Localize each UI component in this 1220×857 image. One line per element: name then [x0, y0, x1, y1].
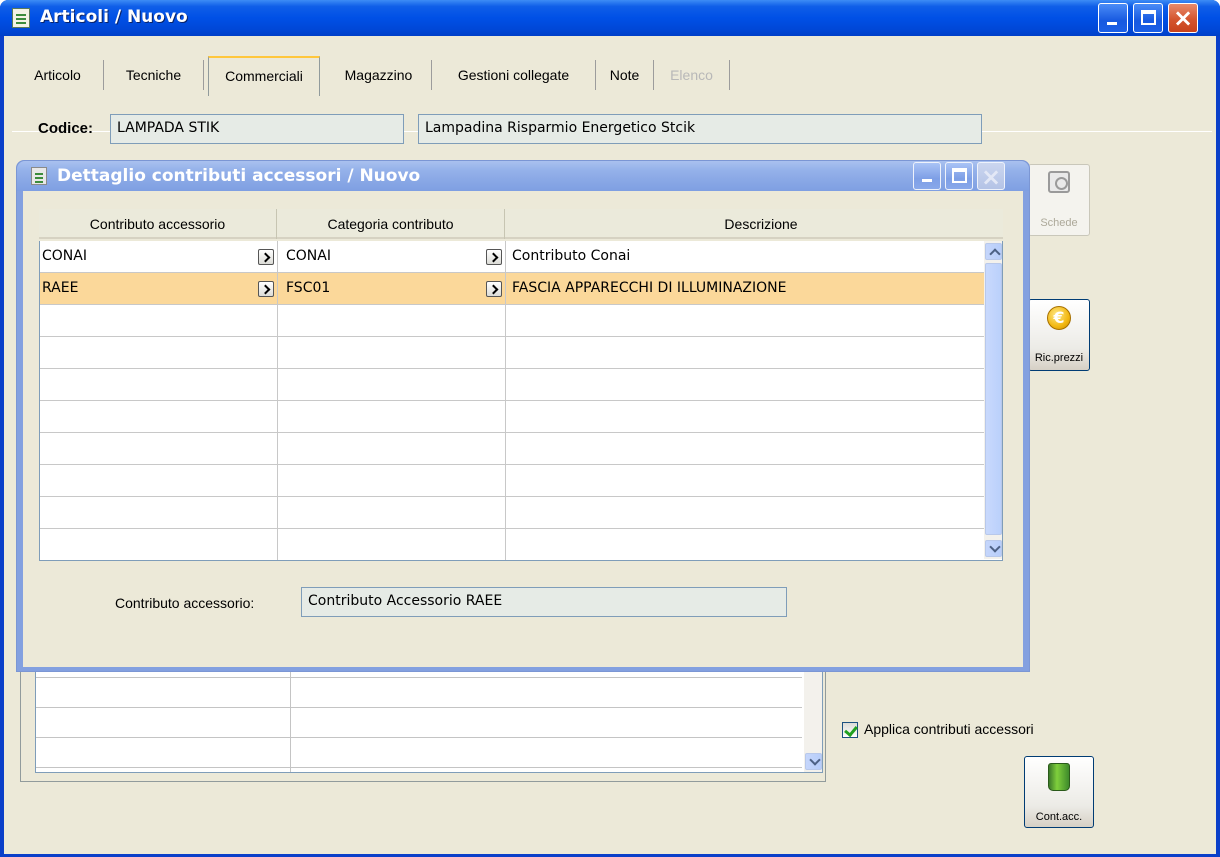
window-title: Articoli / Nuovo: [40, 7, 188, 27]
cell-contributo[interactable]: CONAI: [40, 241, 278, 272]
tab-articolo[interactable]: Articolo: [12, 60, 104, 90]
euro-coin-icon: €: [1047, 306, 1071, 330]
close-icon: ×: [1172, 4, 1194, 32]
grid-scrollbar[interactable]: [984, 241, 1002, 559]
zoom-arrow-icon[interactable]: [258, 281, 274, 297]
schede-label: Schede: [1040, 217, 1078, 229]
grid-row-line: [36, 707, 802, 708]
table-row[interactable]: [40, 529, 984, 560]
codice-label: Codice:: [38, 120, 94, 137]
applica-contributi-checkbox[interactable]: [842, 722, 858, 738]
contributi-grid: Contributo accessorio Categoria contribu…: [39, 209, 1003, 561]
minimize-button[interactable]: [1098, 3, 1128, 33]
codice-field[interactable]: LAMPADA STIK: [110, 114, 404, 144]
table-row[interactable]: [40, 433, 984, 465]
table-row[interactable]: [40, 305, 984, 337]
cell-categoria[interactable]: CONAI: [278, 241, 506, 272]
dialog-close-button[interactable]: ×: [977, 162, 1005, 191]
tab-elenco[interactable]: Elenco: [654, 60, 730, 90]
dialog-title: Dettaglio contributi accessori / Nuovo: [57, 166, 421, 186]
recycle-bin-icon: [1048, 763, 1070, 791]
cell-contributo[interactable]: RAEE: [40, 273, 278, 304]
schede-button[interactable]: Schede: [1028, 164, 1090, 236]
main-window-titlebar[interactable]: Articoli / Nuovo ×: [0, 0, 1220, 36]
tab-magazzino[interactable]: Magazzino: [326, 60, 432, 90]
dialog-titlebar[interactable]: Dettaglio contributi accessori / Nuovo ×: [17, 161, 1029, 191]
maximize-icon: [1141, 10, 1156, 25]
column-header-descrizione[interactable]: Descrizione: [505, 209, 1017, 239]
grid-body: CONAI CONAI Contributo Conai RAEE FSC01 …: [39, 241, 1003, 561]
table-row[interactable]: [40, 401, 984, 433]
minimize-icon: [1107, 22, 1117, 25]
scroll-down-arrow-icon[interactable]: [985, 540, 1002, 557]
dialog-client: Contributo accessorio Categoria contribu…: [23, 191, 1023, 667]
dialog-maximize-button[interactable]: [945, 162, 973, 190]
cell-categoria[interactable]: FSC01: [278, 273, 506, 304]
table-row[interactable]: CONAI CONAI Contributo Conai: [40, 241, 984, 273]
scrollbar-thumb[interactable]: [985, 263, 1002, 535]
tab-note[interactable]: Note: [596, 60, 654, 90]
table-row[interactable]: [40, 337, 984, 369]
table-row[interactable]: RAEE FSC01 FASCIA APPARECCHI DI ILLUMINA…: [40, 273, 984, 305]
document-icon: [31, 167, 47, 185]
codice-description-field[interactable]: Lampadina Risparmio Energetico Stcik: [418, 114, 982, 144]
cont-acc-button[interactable]: Cont.acc.: [1024, 756, 1094, 828]
magnifier-icon: [1048, 171, 1070, 193]
detail-label: Contributo accessorio:: [115, 595, 255, 611]
dettaglio-dialog: Dettaglio contributi accessori / Nuovo ×…: [16, 160, 1030, 672]
tab-tecniche[interactable]: Tecniche: [104, 60, 204, 90]
table-row[interactable]: [40, 369, 984, 401]
close-button[interactable]: ×: [1168, 3, 1198, 33]
zoom-arrow-icon[interactable]: [486, 249, 502, 265]
scroll-down-arrow-icon[interactable]: [805, 753, 822, 770]
minimize-icon: [922, 179, 932, 182]
document-icon: [12, 8, 30, 28]
zoom-arrow-icon[interactable]: [258, 249, 274, 265]
table-row[interactable]: [40, 465, 984, 497]
maximize-button[interactable]: [1133, 3, 1163, 33]
maximize-icon: [952, 168, 967, 183]
dialog-minimize-button[interactable]: [913, 162, 941, 190]
tab-gestioni-collegate[interactable]: Gestioni collegate: [432, 60, 596, 90]
ric-prezzi-label: Ric.prezzi: [1034, 352, 1084, 364]
cell-descrizione[interactable]: Contributo Conai: [506, 241, 984, 272]
close-icon: ×: [980, 163, 1002, 191]
ric-prezzi-button[interactable]: € Ric.prezzi: [1028, 299, 1090, 371]
grid-header: Contributo accessorio Categoria contribu…: [39, 209, 1003, 239]
scroll-up-arrow-icon[interactable]: [985, 243, 1002, 260]
table-row[interactable]: [40, 497, 984, 529]
grid-row-line: [36, 767, 802, 768]
column-header-contributo[interactable]: Contributo accessorio: [39, 209, 277, 239]
cell-descrizione[interactable]: FASCIA APPARECCHI DI ILLUMINAZIONE: [506, 273, 984, 304]
zoom-arrow-icon[interactable]: [486, 281, 502, 297]
grid-row-line: [36, 677, 802, 678]
column-header-categoria[interactable]: Categoria contributo: [277, 209, 505, 239]
detail-field[interactable]: Contributo Accessorio RAEE: [301, 587, 787, 617]
tab-commerciali[interactable]: Commerciali: [208, 56, 320, 96]
grid-row-line: [36, 737, 802, 738]
applica-contributi-label: Applica contributi accessori: [864, 721, 1034, 737]
cont-acc-label: Cont.acc.: [1035, 811, 1083, 823]
